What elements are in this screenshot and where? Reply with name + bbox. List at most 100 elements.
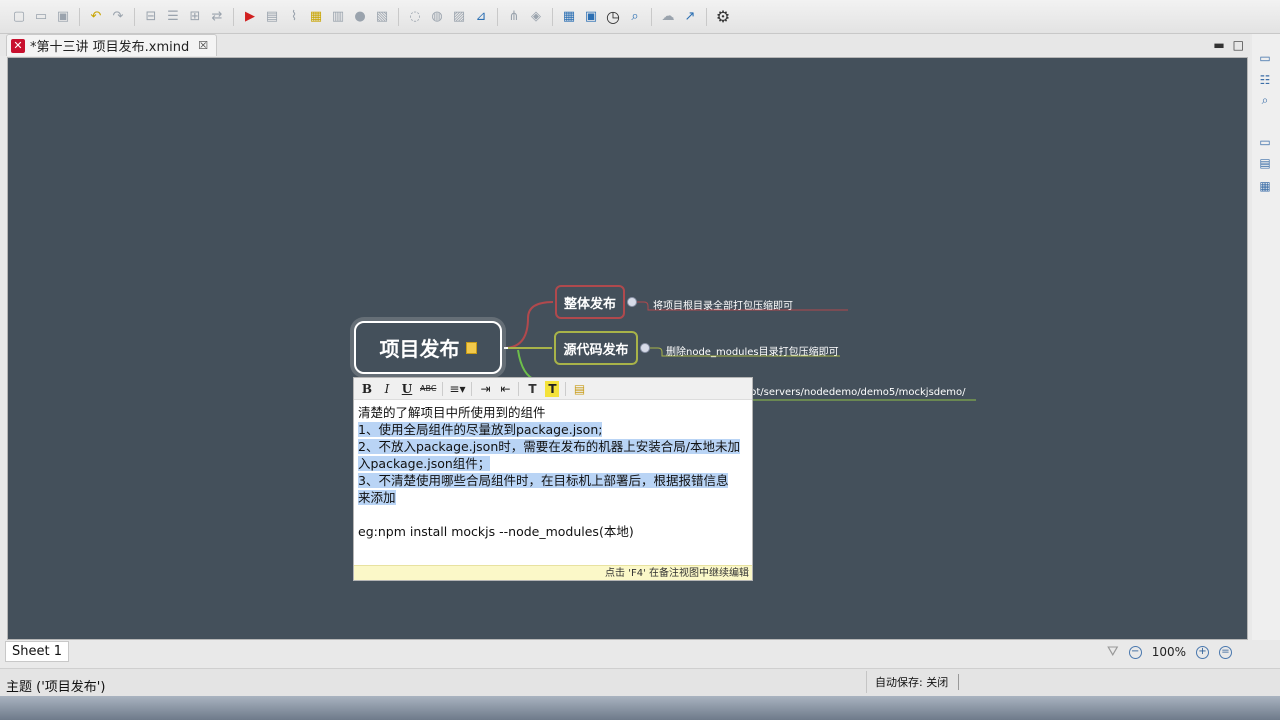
zoom-icon[interactable]: ⌕	[626, 8, 644, 26]
attachment-icon[interactable]: ⌇	[285, 8, 303, 26]
label-icon[interactable]: ▦	[307, 8, 325, 26]
clock-icon[interactable]: ◷	[604, 7, 622, 26]
grid-icon[interactable]: ▦	[560, 8, 578, 26]
new-icon[interactable]: ▢	[10, 8, 28, 26]
central-topic-title: 项目发布	[379, 337, 460, 361]
toolbar-divider	[471, 381, 473, 396]
right-side-panel: ▭ ☷ ⌕ ▭ ▤ ▦	[1252, 34, 1280, 640]
notes-footer-hint: 点击 'F4' 在备注视图中继续编辑	[354, 565, 752, 580]
tab-document[interactable]: ✕ *第十三讲 项目发布.xmind ☒	[6, 34, 218, 56]
settings-icon[interactable]: ⚙	[714, 7, 732, 26]
leaf-topic[interactable]: 删除node_modules目录打包压缩即可	[666, 343, 839, 358]
strikethrough-button[interactable]: ABC	[420, 381, 436, 397]
branch-topic-whole-release[interactable]: 整体发布	[555, 285, 625, 319]
share-icon[interactable]: ↗	[681, 8, 699, 26]
map-icon[interactable]: ⊿	[472, 8, 490, 26]
outline-icon[interactable]: ▨	[450, 8, 468, 26]
outdent-icon[interactable]: ⇤	[498, 381, 512, 397]
toolbar-divider	[552, 7, 553, 26]
xmind-icon: ✕	[11, 38, 25, 53]
style-icon[interactable]: ◈	[527, 8, 545, 26]
restore-icon[interactable]: ▭	[1257, 134, 1273, 150]
notes-line: 来添加	[358, 490, 396, 505]
note-icon[interactable]	[465, 341, 477, 354]
tab-sheet-1[interactable]: Sheet 1	[5, 641, 69, 662]
notes-line: 3、不清楚使用哪些合局组件时，在目标机上部署后，根据报错信息	[358, 473, 729, 488]
close-icon[interactable]: ☒	[198, 39, 208, 52]
status-bar: 主题 ('项目发布') 自动保存: 关闭	[0, 668, 1280, 696]
toolbar-divider	[442, 381, 444, 396]
zoom-controls: ⛛ − 100% + =	[1107, 644, 1232, 660]
zoom-level: 100%	[1151, 645, 1186, 659]
note-icon[interactable]: ▤	[572, 381, 586, 397]
indent-icon[interactable]: ⇥	[478, 381, 492, 397]
toolbar-divider	[497, 7, 498, 26]
branch-topic-label: 整体发布	[563, 296, 616, 312]
insert-topic-icon[interactable]: ⊟	[142, 8, 160, 26]
toolbar-divider	[518, 381, 520, 396]
editor-tabbar: ✕ *第十三讲 项目发布.xmind ☒	[0, 34, 1250, 56]
filter-icon[interactable]: ⛛	[1107, 644, 1119, 660]
export-icon[interactable]: ▤	[263, 8, 281, 26]
notes-blank-line	[358, 506, 748, 523]
search-icon[interactable]: ⌕	[1257, 92, 1273, 108]
upload-icon[interactable]: ☁	[659, 8, 677, 26]
branch-topic-source-release[interactable]: 源代码发布	[554, 331, 638, 365]
italic-button[interactable]: I	[380, 381, 394, 397]
toolbar-divider	[233, 7, 234, 26]
status-divider	[958, 674, 959, 690]
window-controls: ▬ □	[1213, 38, 1244, 52]
image-icon[interactable]: ▧	[373, 8, 391, 26]
present-icon[interactable]: ▶	[241, 8, 259, 26]
collapse-toggle[interactable]	[627, 297, 637, 307]
os-dock	[0, 696, 1280, 720]
toolbar-divider	[134, 7, 135, 26]
selection-status: 主题 ('项目发布')	[6, 680, 106, 695]
sheet-tabbar: Sheet 1 ⛛ − 100% + =	[0, 640, 1250, 664]
hyperlink-icon[interactable]: ◌	[406, 8, 424, 26]
notes-text-area[interactable]: 清楚的了解项目中所使用到的组件 1、使用全局组件的尽量放到package.jso…	[354, 400, 752, 544]
autosave-status[interactable]: 自动保存: 关闭	[866, 671, 948, 693]
underline-button[interactable]: U	[400, 381, 414, 397]
mindmap-canvas[interactable]: 项目发布 整体发布 将项目根目录全部打包压缩即可 源代码发布 删除node_mo…	[7, 57, 1248, 640]
central-topic[interactable]: 项目发布	[354, 321, 502, 374]
branch-icon[interactable]: ⋔	[505, 8, 523, 26]
zoom-out-button[interactable]: −	[1128, 645, 1142, 659]
minimize-icon[interactable]: ▬	[1213, 38, 1224, 52]
notes-line: eg:npm install mockjs --node_modules(本地)	[358, 524, 634, 539]
note-icon[interactable]: ▥	[329, 8, 347, 26]
maximize-icon[interactable]: □	[1233, 38, 1244, 52]
restore-icon[interactable]: ▭	[1257, 50, 1273, 66]
toolbar-divider	[79, 7, 80, 26]
notes-popup[interactable]: B I U ABC ≡▾ ⇥ ⇤ T T ▤ 清楚的了解项目中所使用到的组件 1…	[353, 377, 753, 581]
bold-button[interactable]: B	[360, 381, 374, 397]
outline-view-icon[interactable]: ☷	[1257, 72, 1273, 88]
notes-toolbar: B I U ABC ≡▾ ⇥ ⇤ T T ▤	[354, 378, 752, 400]
notes-line: 清楚的了解项目中所使用到的组件	[358, 405, 546, 420]
leaf-topic-partial[interactable]: pt/servers/nodedemo/demo5/mockjsdemo/	[750, 387, 966, 398]
notes-line: 入package.json组件；	[358, 456, 491, 471]
properties-icon[interactable]: ▤	[1257, 155, 1273, 171]
save-icon[interactable]: ▣	[54, 8, 72, 26]
boundary-icon[interactable]: ⊞	[186, 8, 204, 26]
summary-icon[interactable]: ⇄	[208, 8, 226, 26]
toolbar-divider	[398, 7, 399, 26]
undo-icon[interactable]: ↶	[87, 8, 105, 26]
open-icon[interactable]: ▭	[32, 8, 50, 26]
insert-subtopic-icon[interactable]: ☰	[164, 8, 182, 26]
align-dropdown[interactable]: ≡▾	[449, 381, 465, 397]
toolbar-divider	[651, 7, 652, 26]
toolbar-divider	[706, 7, 707, 26]
highlight-color-icon[interactable]: T	[545, 380, 560, 397]
marker-icon[interactable]: ●	[351, 8, 369, 26]
picture-icon[interactable]: ▣	[582, 8, 600, 26]
zoom-fit-button[interactable]: =	[1219, 645, 1232, 659]
text-color-icon[interactable]: T	[525, 381, 539, 397]
zoom-in-button[interactable]: +	[1196, 645, 1209, 659]
collapse-toggle[interactable]	[640, 343, 650, 353]
branch-topic-label: 源代码发布	[563, 342, 629, 358]
redo-icon[interactable]: ↷	[109, 8, 127, 26]
layout-icon[interactable]: ▦	[1257, 178, 1273, 194]
idea-icon[interactable]: ◍	[428, 8, 446, 26]
leaf-topic[interactable]: 将项目根目录全部打包压缩即可	[653, 297, 793, 312]
